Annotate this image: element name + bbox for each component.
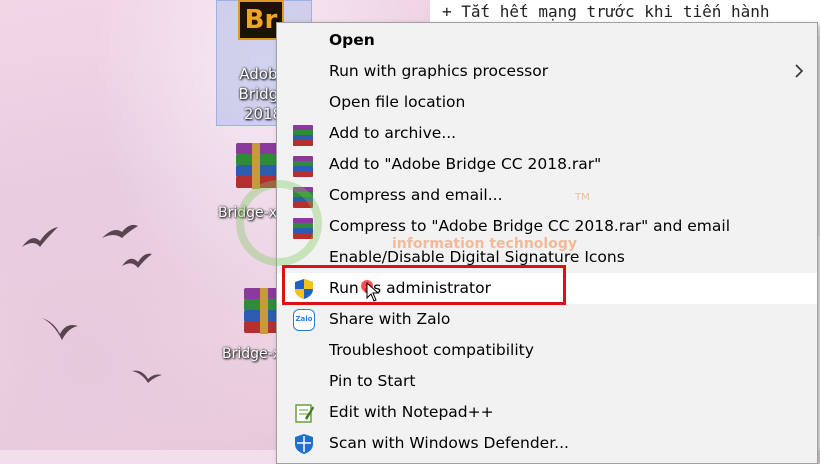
menu-item-edit-with-notepad-plus-plus[interactable]: Edit with Notepad++ <box>277 397 817 428</box>
menu-item-label: Scan with Windows Defender... <box>329 434 569 452</box>
winrar-icon <box>293 154 315 177</box>
zalo-icon: Zalo <box>293 309 315 331</box>
winrar-icon <box>293 123 315 146</box>
menu-item-label: Compress and email... <box>329 186 503 204</box>
chevron-right-icon <box>795 64 804 78</box>
notepad-plus-plus-icon <box>295 404 314 423</box>
winrar-desktop-label: Bridge-x <box>222 346 281 362</box>
highlight-annotation-box <box>282 265 566 305</box>
menu-item-open[interactable]: Open <box>277 25 817 56</box>
menu-item-pin-to-start[interactable]: Pin to Start <box>277 366 817 397</box>
menu-item-label: Run with graphics processor <box>329 62 549 80</box>
menu-item-label: Open <box>329 31 375 49</box>
bird-silhouette <box>22 227 58 247</box>
windows-defender-icon <box>295 434 313 454</box>
bird-silhouette <box>102 224 138 238</box>
menu-item-label: Share with Zalo <box>329 310 451 328</box>
menu-item-label: Edit with Notepad++ <box>329 403 494 421</box>
menu-item-open-file-location[interactable]: Open file location <box>277 87 817 118</box>
menu-item-label: Pin to Start <box>329 372 416 390</box>
menu-item-compress-and-email[interactable]: Compress and email... <box>277 180 817 211</box>
document-text-line: + Tắt hết mạng trước khi tiến hành <box>442 2 770 21</box>
bird-silhouette <box>42 318 78 340</box>
mouse-cursor-icon <box>366 282 380 302</box>
menu-item-add-to-rar[interactable]: Add to "Adobe Bridge CC 2018.rar" <box>277 149 817 180</box>
watermark-tm: TM <box>575 192 590 203</box>
bird-silhouette <box>122 253 152 268</box>
watermark-logo <box>236 180 322 266</box>
menu-item-troubleshoot-compatibility[interactable]: Troubleshoot compatibility <box>277 335 817 366</box>
menu-item-share-with-zalo[interactable]: Zalo Share with Zalo <box>277 304 817 335</box>
menu-item-label: Add to "Adobe Bridge CC 2018.rar" <box>329 155 602 173</box>
menu-item-add-to-archive[interactable]: Add to archive... <box>277 118 817 149</box>
menu-item-scan-with-windows-defender[interactable]: Scan with Windows Defender... <box>277 428 817 459</box>
bird-silhouette <box>132 370 162 383</box>
watermark-tagline: information technology <box>392 236 577 252</box>
menu-item-label: Troubleshoot compatibility <box>329 341 534 359</box>
menu-item-label: Add to archive... <box>329 124 457 142</box>
menu-item-run-with-graphics-processor[interactable]: Run with graphics processor <box>277 56 817 87</box>
menu-item-label: Open file location <box>329 93 466 111</box>
menu-item-label: Compress to "Adobe Bridge CC 2018.rar" a… <box>329 217 730 235</box>
